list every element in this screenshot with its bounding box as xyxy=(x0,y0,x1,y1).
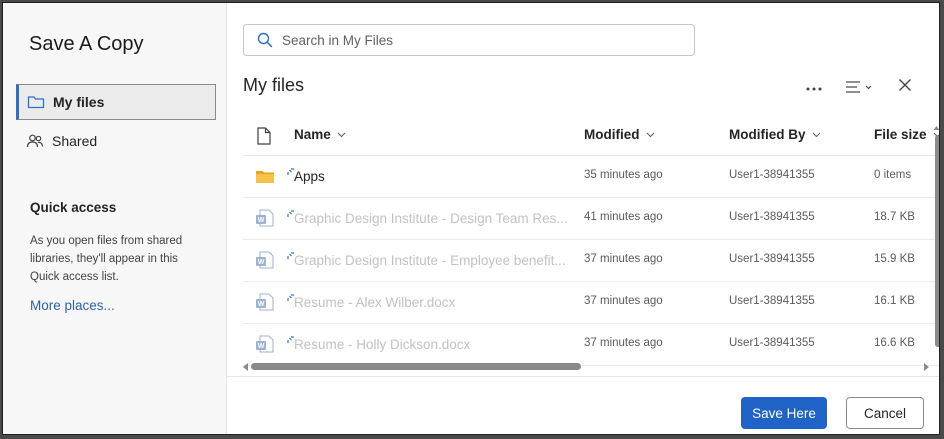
file-name: Resume - Alex Wilber.docx xyxy=(294,295,456,310)
quick-access-title: Quick access xyxy=(30,200,117,215)
modified-by-cell: User1-38941355 xyxy=(729,295,815,307)
modified-cell: 37 minutes ago xyxy=(584,295,663,307)
word-document-icon: W xyxy=(255,334,275,354)
table-row: W Graphic Design Institute - Employee be… xyxy=(243,240,939,282)
nav-item-label: Shared xyxy=(52,133,98,149)
table-header: Name Modified Modified By File size xyxy=(243,117,939,156)
modified-by-cell: User1-38941355 xyxy=(729,211,815,223)
column-header-label: Name xyxy=(294,127,331,142)
close-icon xyxy=(898,78,912,97)
close-button[interactable] xyxy=(893,75,917,99)
vertical-scrollbar-thumb[interactable] xyxy=(935,135,939,347)
file-size-cell: 16.1 KB xyxy=(874,295,915,307)
table-row: W Resume - Alex Wilber.docx 37 minutes a… xyxy=(243,282,939,324)
svg-text:W: W xyxy=(258,343,265,350)
word-document-icon: W xyxy=(255,208,275,228)
nav-item-shared[interactable]: Shared xyxy=(16,123,216,159)
folder-title: My files xyxy=(243,75,305,95)
file-icon[interactable] xyxy=(257,127,271,150)
svg-text:W: W xyxy=(258,217,265,224)
people-icon xyxy=(26,132,44,150)
folder-icon xyxy=(27,93,45,111)
cancel-button[interactable]: Cancel xyxy=(846,397,924,429)
file-size-cell: 0 items xyxy=(874,169,912,181)
table-row: W Resume - Holly Dickson.docx 37 minutes… xyxy=(243,324,939,366)
more-places-link[interactable]: More places... xyxy=(30,298,115,313)
column-header-label: Modified By xyxy=(729,127,806,142)
table-row: W Graphic Design Institute - Design Team… xyxy=(243,198,939,240)
modified-by-cell: User1-38941355 xyxy=(729,169,815,181)
column-header-label: Modified xyxy=(584,127,640,142)
file-name: Graphic Design Institute - Design Team R… xyxy=(294,211,568,226)
modified-by-cell: User1-38941355 xyxy=(729,253,815,265)
file-name: Apps xyxy=(294,169,325,184)
table-row[interactable]: Apps 35 minutes ago User1-38941355 0 ite… xyxy=(243,156,939,198)
dialog-title: Save A Copy xyxy=(29,33,144,55)
modified-cell: 41 minutes ago xyxy=(584,211,663,223)
word-document-icon: W xyxy=(255,292,275,312)
file-size-cell: 18.7 KB xyxy=(874,211,915,223)
svg-text:W: W xyxy=(258,259,265,266)
nav-item-my-files[interactable]: My files xyxy=(16,84,216,120)
file-name: Resume - Holly Dickson.docx xyxy=(294,337,471,352)
more-options-button[interactable] xyxy=(803,75,825,99)
quick-access-description: As you open files from shared libraries,… xyxy=(30,235,183,283)
modified-cell: 35 minutes ago xyxy=(584,169,663,181)
save-here-button[interactable]: Save Here xyxy=(741,397,827,429)
view-options-button[interactable] xyxy=(841,75,877,99)
chevron-down-icon xyxy=(646,132,655,138)
column-header-modified[interactable]: Modified xyxy=(584,127,655,142)
save-a-copy-dialog: Save A Copy My files Shared Quick access… xyxy=(2,2,940,435)
chevron-down-icon xyxy=(337,132,346,138)
footer-divider xyxy=(227,376,939,377)
chevron-down-icon xyxy=(812,132,821,138)
file-size-cell: 15.9 KB xyxy=(874,253,915,265)
modified-by-cell: User1-38941355 xyxy=(729,337,815,349)
nav-item-label: My files xyxy=(53,94,105,110)
word-document-icon: W xyxy=(255,250,275,270)
modified-cell: 37 minutes ago xyxy=(584,253,663,265)
list-view-icon xyxy=(845,80,873,94)
search-input[interactable] xyxy=(282,32,662,48)
column-header-modified-by[interactable]: Modified By xyxy=(729,127,821,142)
modified-cell: 37 minutes ago xyxy=(584,337,663,349)
more-horizontal-icon xyxy=(806,78,822,96)
file-size-cell: 16.6 KB xyxy=(874,337,915,349)
file-list: Name Modified Modified By File size Apps… xyxy=(243,117,939,373)
search-box[interactable] xyxy=(243,24,695,56)
search-icon xyxy=(257,32,273,48)
folder-icon xyxy=(255,166,275,186)
column-header-label: File size xyxy=(874,127,927,142)
svg-text:W: W xyxy=(258,301,265,308)
horizontal-scrollbar-thumb[interactable] xyxy=(251,363,581,370)
file-name: Graphic Design Institute - Employee bene… xyxy=(294,253,566,268)
column-header-file-size[interactable]: File size xyxy=(874,127,939,142)
column-header-name[interactable]: Name xyxy=(294,127,346,142)
left-navigation-pane: Save A Copy My files Shared Quick access… xyxy=(3,3,227,434)
